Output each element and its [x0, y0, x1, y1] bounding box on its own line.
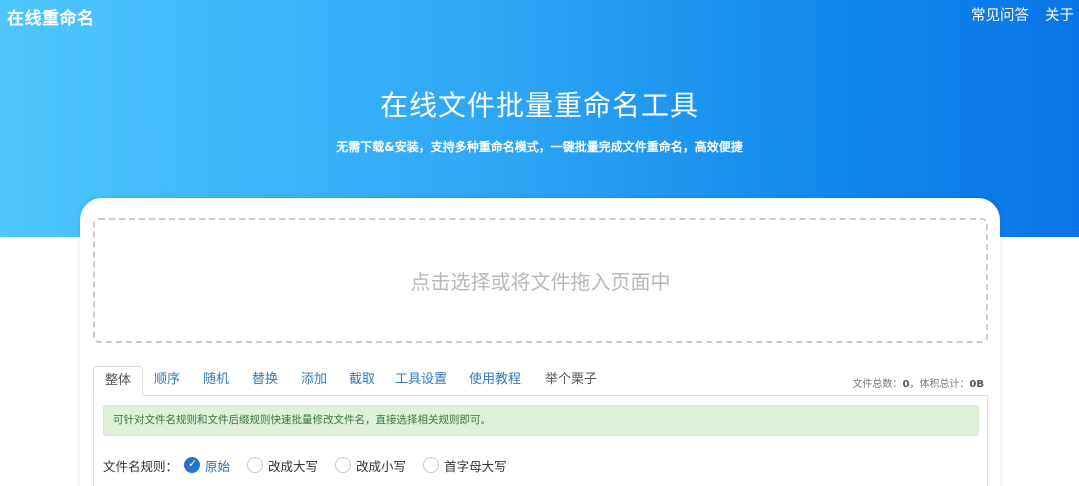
dropzone-prompt: 点击选择或将文件拖入页面中 — [410, 270, 671, 294]
radio-capitalize[interactable]: 首字母大写 — [423, 456, 507, 475]
radio-uppercase-label: 改成大写 — [268, 458, 319, 474]
tab-example[interactable]: 举个栗子 — [539, 366, 603, 396]
page-subtitle: 无需下载&安装，支持多种重命名模式，一键批量完成文件重命名，高效便捷 — [336, 140, 743, 154]
file-dropzone[interactable]: 点击选择或将文件拖入页面中 — [93, 218, 988, 343]
tab-whole[interactable]: 整体 — [93, 366, 143, 396]
tab-sequence[interactable]: 顺序 — [144, 366, 190, 396]
page-title: 在线文件批量重命名工具 — [379, 89, 699, 122]
radio-unchecked-icon[interactable] — [335, 457, 352, 473]
tab-tool-settings[interactable]: 工具设置 — [389, 366, 453, 396]
file-size-value: 0B — [969, 379, 984, 390]
radio-capitalize-label: 首字母大写 — [444, 458, 507, 474]
tab-extract[interactable]: 截取 — [339, 366, 385, 396]
radio-unchecked-icon[interactable] — [247, 457, 264, 473]
radio-uppercase[interactable]: 改成大写 — [247, 456, 318, 475]
tab-panel-whole: 可针对文件名规则和文件后缀规则快速批量修改文件名，直接选择相关规则即可。 文件名… — [93, 396, 988, 486]
brand-logo[interactable]: 在线重命名 — [7, 4, 95, 29]
top-nav: 常见问答 关于 — [971, 4, 1074, 25]
file-count-label: 文件总数： — [852, 379, 903, 390]
tab-bar: 整体 顺序 随机 替换 添加 截取 工具设置 使用教程 举个栗子 文件总数：0，… — [93, 366, 988, 396]
radio-unchecked-icon[interactable] — [423, 457, 440, 473]
nav-about-link[interactable]: 关于 — [1045, 4, 1074, 25]
tab-add[interactable]: 添加 — [291, 366, 337, 396]
tab-tutorial[interactable]: 使用教程 — [463, 366, 527, 396]
radio-original-label: 原始 — [205, 458, 231, 474]
file-stats: 文件总数：0，体积总计：0B — [852, 375, 984, 390]
tab-replace[interactable]: 替换 — [242, 366, 288, 396]
tab-random[interactable]: 随机 — [193, 366, 239, 396]
radio-lowercase[interactable]: 改成小写 — [335, 456, 406, 475]
file-size-label: ，体积总计： — [909, 379, 970, 390]
radio-original[interactable]: 原始 — [184, 456, 230, 475]
radio-checked-icon[interactable] — [184, 457, 201, 473]
nav-faq-link[interactable]: 常见问答 — [971, 4, 1029, 25]
filename-rule-row: 文件名规则： 原始 改成大写 改成小写 首字母大写 — [103, 456, 524, 474]
radio-lowercase-label: 改成小写 — [356, 458, 407, 474]
filename-rule-label: 文件名规则： — [103, 458, 179, 474]
info-notice: 可针对文件名规则和文件后缀规则快速批量修改文件名，直接选择相关规则即可。 — [103, 405, 979, 436]
main-card: 点击选择或将文件拖入页面中 整体 顺序 随机 替换 添加 截取 工具设置 使用教… — [80, 198, 1000, 486]
